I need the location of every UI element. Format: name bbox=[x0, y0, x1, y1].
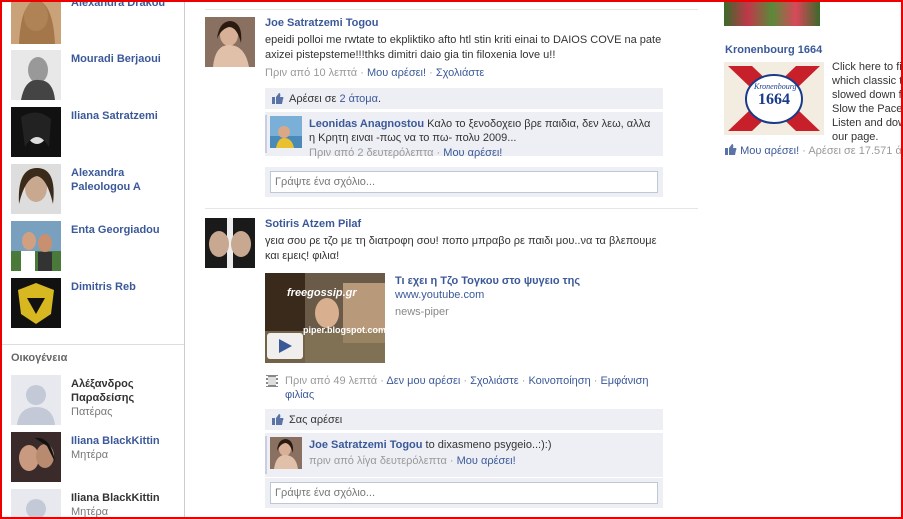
feed-story: Joe Satratzemi Togou epeidi polloi me rw… bbox=[205, 17, 700, 207]
thumbs-up-icon bbox=[725, 144, 737, 155]
friend-item[interactable]: Alexandra Paleologou A bbox=[11, 164, 181, 214]
friend-item[interactable]: Enta Georgiadou bbox=[11, 221, 181, 271]
avatar[interactable] bbox=[11, 107, 61, 157]
avatar[interactable] bbox=[205, 17, 255, 67]
story-author[interactable]: Joe Satratzemi Togou bbox=[265, 17, 378, 29]
family-relation: Πατέρας bbox=[71, 406, 113, 418]
story-time[interactable]: Πριν από 10 λεπτά bbox=[265, 67, 357, 79]
avatar[interactable] bbox=[270, 116, 302, 148]
ad-like-link[interactable]: Μου αρέσει! bbox=[740, 145, 799, 157]
ad-like-row: Μου αρέσει! · Αρέσει σε 17.571 ά bbox=[725, 144, 902, 157]
friend-name[interactable]: Mouradi Berjaoui bbox=[71, 52, 181, 66]
divider bbox=[265, 115, 267, 153]
comment-text-block: Leonidas Anagnostou Καλο το ξενοδοχειο β… bbox=[309, 117, 659, 145]
comment-time: Πριν από 2 δευτερόλεπτα bbox=[309, 147, 434, 159]
avatar[interactable] bbox=[11, 221, 61, 271]
comment-like-link[interactable]: Μου αρέσει! bbox=[443, 147, 502, 159]
family-member-name[interactable]: Iliana BlackKittin bbox=[71, 434, 181, 448]
video-source: news-piper bbox=[395, 306, 449, 318]
video-overlay-top: freegossip.gr bbox=[287, 287, 357, 299]
avatar[interactable] bbox=[270, 437, 302, 469]
film-icon bbox=[266, 375, 278, 387]
comment-author[interactable]: Joe Satratzemi Togou bbox=[309, 439, 422, 451]
avatar[interactable] bbox=[11, 278, 61, 328]
story-meta: Πριν από 49 λεπτά · Δεν μου αρέσει · Σχο… bbox=[265, 374, 665, 402]
family-member[interactable]: Αλέξανδρος Παραδείσης Πατέρας bbox=[11, 375, 181, 425]
avatar[interactable] bbox=[11, 432, 61, 482]
ads-column: Kronenbourg 1664 Kronenbourg 1664 Click … bbox=[724, 0, 903, 519]
ad-body[interactable]: Click here to fi which classic t slowed … bbox=[832, 60, 903, 144]
friend-name[interactable]: Iliana Satratzemi bbox=[71, 109, 181, 123]
story-divider bbox=[205, 208, 698, 209]
write-comment-box bbox=[265, 167, 663, 197]
comment-text-block: Joe Satratzemi Togou to dixasmeno psygei… bbox=[309, 438, 659, 452]
friends-sidebar: Alexandra Drakou Mouradi Berjaoui Iliana… bbox=[2, 0, 185, 519]
comment-input[interactable] bbox=[270, 171, 658, 193]
comment-like-link[interactable]: Μου αρέσει! bbox=[457, 455, 516, 467]
comment-link[interactable]: Σχολιάστε bbox=[470, 375, 519, 387]
feed-story: Sotiris Atzem Pilaf γεια σου ρε τζο με τ… bbox=[205, 218, 700, 518]
friend-item[interactable]: Dimitris Reb bbox=[11, 278, 181, 328]
friend-item[interactable]: Iliana Satratzemi bbox=[11, 107, 181, 157]
avatar[interactable] bbox=[11, 489, 61, 519]
avatar[interactable] bbox=[11, 0, 61, 44]
comment: Joe Satratzemi Togou to dixasmeno psygei… bbox=[265, 433, 663, 477]
comment-time: πριν από λίγα δευτερόλεπτα bbox=[309, 455, 447, 467]
like-link[interactable]: Μου αρέσει! bbox=[367, 67, 426, 79]
story-divider bbox=[205, 9, 698, 10]
video-title[interactable]: Τι εχει η Τζο Τογκου στο ψυγειο της bbox=[395, 275, 580, 287]
write-comment-box bbox=[265, 478, 663, 508]
comment: Leonidas Anagnostou Καλο το ξενοδοχειο β… bbox=[265, 112, 663, 159]
story-message: γεια σου ρε τζο με τη διατροφη σου! ποπο… bbox=[265, 235, 657, 262]
avatar[interactable] bbox=[11, 375, 61, 425]
ad-logo-brand: Kronenbourg bbox=[754, 82, 797, 91]
video-url[interactable]: www.youtube.com bbox=[395, 289, 484, 301]
ad-image[interactable]: Kronenbourg 1664 bbox=[724, 62, 824, 135]
story-time[interactable]: Πριν από 49 λεπτά bbox=[285, 375, 377, 387]
family-member-name[interactable]: Iliana BlackKittin bbox=[71, 491, 181, 505]
divider bbox=[265, 436, 267, 474]
friend-name[interactable]: Enta Georgiadou bbox=[71, 223, 181, 237]
ad-likes-count: · Αρέσει σε 17.571 ά bbox=[802, 145, 902, 157]
avatar[interactable] bbox=[11, 50, 61, 100]
story-author[interactable]: Sotiris Atzem Pilaf bbox=[265, 218, 361, 230]
divider bbox=[2, 344, 184, 345]
comment-link[interactable]: Σχολιάστε bbox=[436, 67, 485, 79]
likes-bar: Αρέσει σε 2 άτομα. bbox=[265, 88, 663, 110]
thumbs-up-icon bbox=[272, 414, 284, 425]
likes-bar: Σας αρέσει bbox=[265, 409, 663, 431]
avatar[interactable] bbox=[11, 164, 61, 214]
ad-logo-number: 1664 bbox=[758, 91, 790, 108]
family-member[interactable]: Iliana BlackKittin Μητέρα bbox=[11, 432, 181, 482]
likes-text: Σας αρέσει bbox=[289, 414, 343, 426]
family-member-name[interactable]: Αλέξανδρος Παραδείσης bbox=[71, 377, 181, 405]
share-link[interactable]: Κοινοποίηση bbox=[528, 375, 590, 387]
avatar[interactable] bbox=[205, 218, 255, 268]
likes-count-link[interactable]: 2 άτομα bbox=[339, 93, 378, 105]
ad-title[interactable]: Kronenbourg 1664 bbox=[725, 44, 822, 56]
friend-item[interactable]: Alexandra Drakou bbox=[11, 0, 181, 44]
family-member[interactable]: Iliana BlackKittin Μητέρα bbox=[11, 489, 181, 519]
comment-author[interactable]: Leonidas Anagnostou bbox=[309, 118, 424, 130]
family-relation: Μητέρα bbox=[71, 506, 109, 518]
comment-meta: Πριν από 2 δευτερόλεπτα · Μου αρέσει! bbox=[309, 147, 503, 159]
family-relation: Μητέρα bbox=[71, 449, 109, 461]
ad-image[interactable] bbox=[724, 0, 820, 26]
unlike-link[interactable]: Δεν μου αρέσει bbox=[386, 375, 460, 387]
comment-meta: πριν από λίγα δευτερόλεπτα · Μου αρέσει! bbox=[309, 455, 516, 467]
thumbs-up-icon bbox=[272, 93, 284, 104]
news-feed: Joe Satratzemi Togou epeidi polloi me rw… bbox=[205, 0, 700, 519]
story-meta: Πριν από 10 λεπτά · Μου αρέσει! · Σχολιά… bbox=[265, 67, 485, 79]
video-thumbnail[interactable]: freegossip.gr piper.blogspot.com bbox=[265, 273, 385, 363]
comment-input[interactable] bbox=[270, 482, 658, 504]
friend-name[interactable]: Dimitris Reb bbox=[71, 280, 181, 294]
friend-name[interactable]: Alexandra Paleologou A bbox=[71, 166, 181, 194]
video-overlay-bottom: piper.blogspot.com bbox=[303, 325, 385, 335]
family-header: Οικογένεια bbox=[11, 352, 68, 364]
story-message: epeidi polloi me rwtate to ekpliktiko af… bbox=[265, 34, 662, 61]
friend-name[interactable]: Alexandra Drakou bbox=[71, 0, 181, 10]
friend-item[interactable]: Mouradi Berjaoui bbox=[11, 50, 181, 100]
comment-text: to dixasmeno psygeio..:):) bbox=[425, 439, 552, 451]
